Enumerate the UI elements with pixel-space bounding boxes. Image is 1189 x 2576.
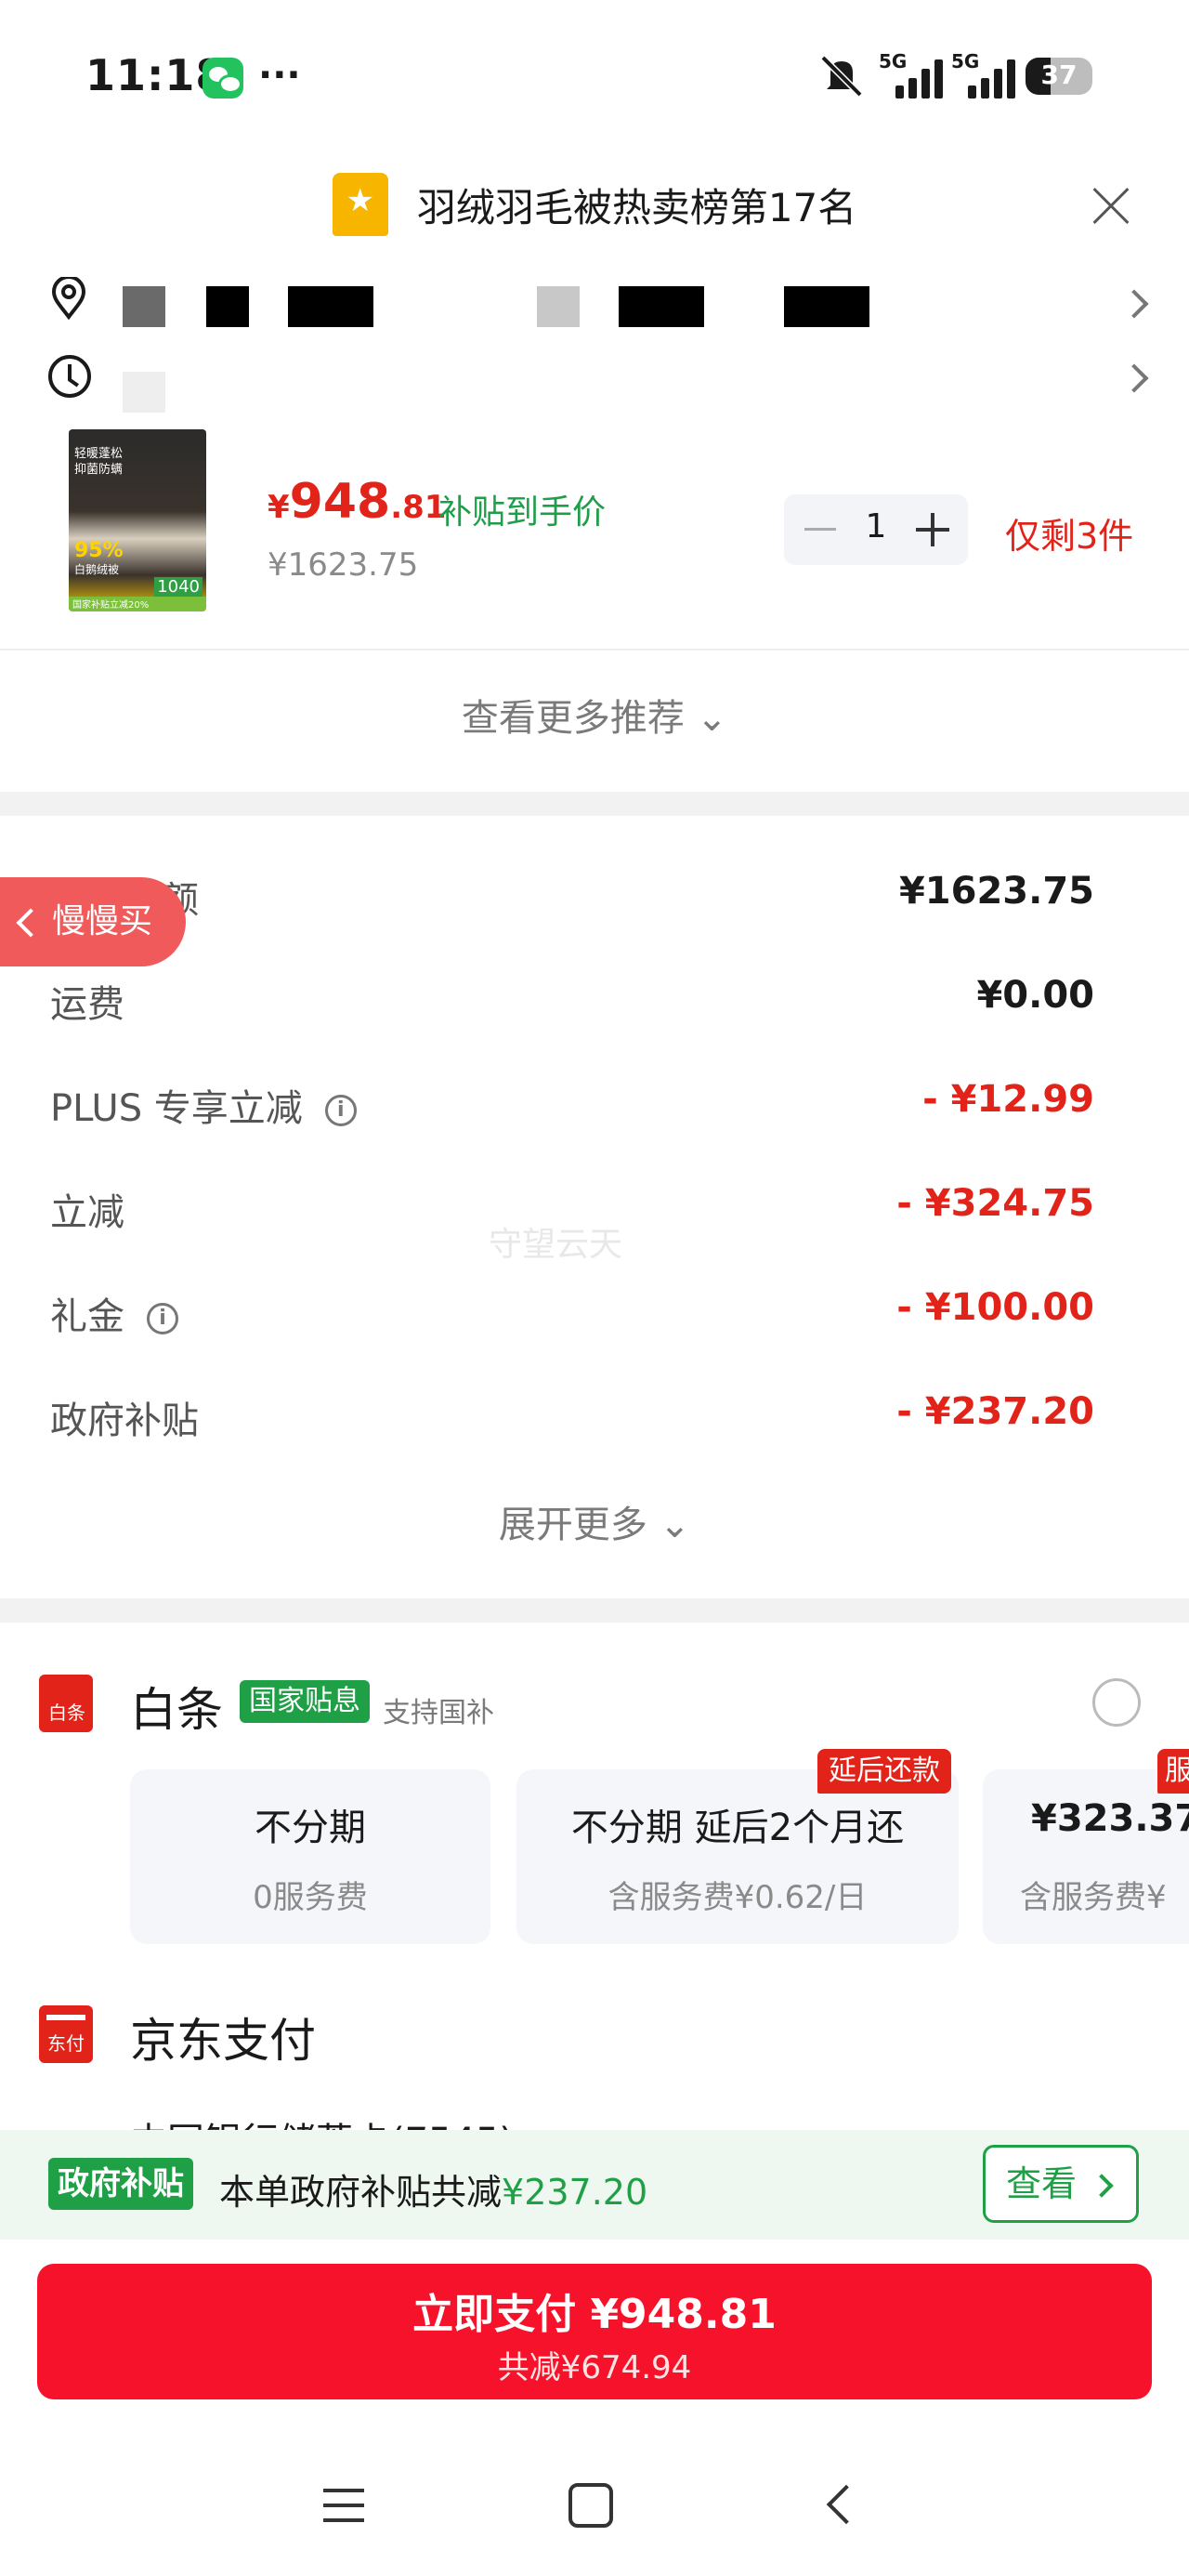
subsidy-bar: 政府补贴 本单政府补贴共减¥237.20 查看 (0, 2130, 1189, 2240)
cost-label-shipping: 运费 (50, 983, 124, 1026)
cost-value-plus: - ¥12.99 (922, 1078, 1094, 1121)
price-tag: 补贴到手价 (438, 493, 607, 532)
service-tag: 服 (1157, 1749, 1189, 1794)
product-image[interactable]: 轻暖蓬松 抑菌防螨 95% 白鹅绒被 1040 国家补贴立减20% (69, 429, 206, 611)
delivery-time-row[interactable] (0, 355, 1189, 414)
subsidy-price: ¥948.81 (268, 474, 447, 530)
subsidy-text: 本单政府补贴共减¥237.20 (219, 2172, 648, 2213)
signal-5g-1-icon: 5G (879, 50, 946, 99)
pay-saving-label: 共减¥674.94 (497, 2349, 692, 2386)
rank-text: 羽绒羽毛被热卖榜第17名 (416, 184, 857, 230)
cost-label-plus: PLUS 专享立减 (50, 1087, 303, 1130)
quantity-stepper[interactable]: 1 (784, 494, 968, 565)
baitiao-title: 白条 (130, 1683, 223, 1737)
rank-star-icon (332, 173, 388, 236)
jdpay-title: 京东支付 (130, 2014, 316, 2068)
mute-bell-icon (820, 55, 863, 97)
cost-value-discount: - ¥324.75 (896, 1182, 1094, 1225)
baitiao-sub: 支持国补 (383, 1697, 494, 1729)
battery-icon: 37 (1026, 58, 1092, 95)
address-row[interactable] (0, 277, 1189, 336)
plus-icon[interactable] (916, 513, 949, 546)
more-dots-icon: ··· (258, 54, 301, 97)
jdpay-icon: 东付 (39, 2005, 93, 2063)
baitiao-radio[interactable] (1092, 1678, 1141, 1727)
subsidy-amount: ¥237.20 (502, 2172, 648, 2213)
cost-row-plus: PLUS 专享立减 i (50, 1078, 357, 1132)
cost-value-gift: - ¥100.00 (896, 1286, 1094, 1329)
redacted-block (619, 286, 704, 327)
section-divider (0, 1598, 1189, 1623)
rank-banner[interactable]: 羽绒羽毛被热卖榜第17名 (0, 173, 1189, 240)
defer-tag: 延后还款 (817, 1749, 951, 1794)
installment-card-3[interactable]: ¥323.37 含服务费¥ (983, 1769, 1189, 1944)
info-icon[interactable]: i (147, 1303, 178, 1334)
close-icon[interactable] (1091, 186, 1131, 227)
cost-label-gov: 政府补贴 (50, 1400, 199, 1442)
redacted-block (123, 372, 165, 413)
chevron-right-icon (1119, 289, 1149, 319)
info-icon[interactable]: i (324, 1095, 357, 1126)
wechat-icon (203, 58, 243, 99)
menu-icon[interactable] (323, 2489, 364, 2522)
cost-label-discount: 立减 (50, 1191, 124, 1234)
redacted-block (537, 286, 580, 327)
pay-main-label: 立即支付 ¥948.81 (412, 2291, 777, 2338)
back-icon[interactable] (826, 2484, 867, 2525)
gov-interest-badge: 国家贴息 (240, 1680, 370, 1723)
cost-value-shipping: ¥0.00 (976, 974, 1094, 1017)
status-bar: 11:18 ··· 5G 5G 37 (0, 0, 1189, 139)
redacted-block (784, 286, 869, 327)
slow-buy-button[interactable]: 慢慢买 (0, 877, 186, 966)
divider (0, 649, 1189, 651)
subsidy-badge: 政府补贴 (48, 2158, 193, 2210)
clock-icon (48, 355, 91, 398)
expand-more-button[interactable]: 展开更多 ⌄ (0, 1494, 1189, 1548)
baitiao-icon: 白条 (39, 1675, 93, 1732)
pin-icon (51, 277, 86, 320)
original-price: ¥1623.75 (268, 546, 419, 584)
view-subsidy-button[interactable]: 查看 (983, 2145, 1139, 2223)
redacted-block (206, 286, 249, 327)
more-recommend-button[interactable]: 查看更多推荐 ⌄ (0, 688, 1189, 742)
watermark: 守望云天 (489, 1226, 623, 1264)
chevron-right-icon (1119, 363, 1149, 393)
stock-label: 仅剩3件 (1005, 516, 1134, 557)
installment-card-none[interactable]: 不分期 0服务费 (130, 1769, 490, 1944)
pay-now-button[interactable]: 立即支付 ¥948.81 共减¥674.94 (37, 2264, 1152, 2399)
home-icon[interactable] (568, 2483, 613, 2528)
redacted-block (123, 286, 165, 327)
cost-label-gift: 礼金 (50, 1295, 124, 1338)
signal-5g-2-icon: 5G (951, 50, 1018, 99)
cost-value-goods: ¥1623.75 (898, 870, 1094, 913)
cost-value-gov: - ¥237.20 (896, 1390, 1094, 1433)
installment-card-defer[interactable]: 不分期 延后2个月还 含服务费¥0.62/日 (516, 1769, 959, 1944)
section-divider (0, 792, 1189, 816)
bank-card-row[interactable]: 中国银行储蓄卡(7545) (130, 2111, 514, 2130)
cost-row-gift: 礼金 i (50, 1286, 178, 1340)
redacted-block (288, 286, 373, 327)
